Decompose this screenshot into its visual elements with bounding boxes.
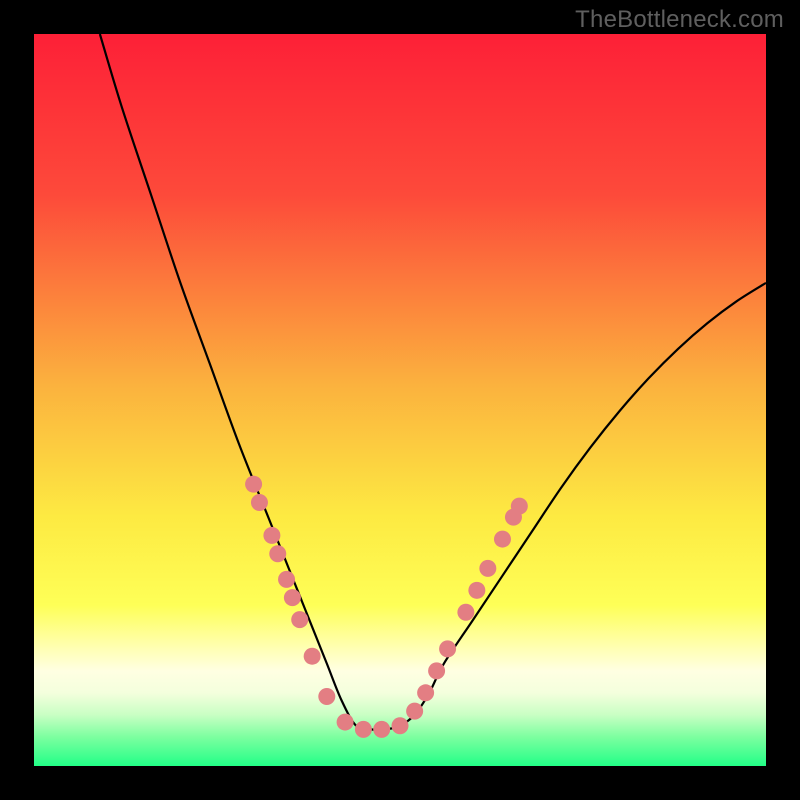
data-marker	[406, 703, 423, 720]
plot-svg	[34, 34, 766, 766]
data-marker	[494, 531, 511, 548]
data-marker	[468, 582, 485, 599]
data-marker	[439, 640, 456, 657]
gradient-rect	[34, 34, 766, 766]
data-marker	[245, 476, 262, 493]
chart-frame: TheBottleneck.com	[0, 0, 800, 800]
data-marker	[355, 721, 372, 738]
data-marker	[251, 494, 268, 511]
plot-area	[34, 34, 766, 766]
data-marker	[278, 571, 295, 588]
data-marker	[511, 498, 528, 515]
data-marker	[457, 604, 474, 621]
data-marker	[284, 589, 301, 606]
data-marker	[428, 662, 445, 679]
data-marker	[269, 545, 286, 562]
data-marker	[318, 688, 335, 705]
data-marker	[337, 714, 354, 731]
data-marker	[291, 611, 308, 628]
data-marker	[479, 560, 496, 577]
data-marker	[392, 717, 409, 734]
data-marker	[373, 721, 390, 738]
data-marker	[304, 648, 321, 665]
watermark-text: TheBottleneck.com	[575, 6, 784, 34]
data-marker	[417, 684, 434, 701]
data-marker	[263, 527, 280, 544]
